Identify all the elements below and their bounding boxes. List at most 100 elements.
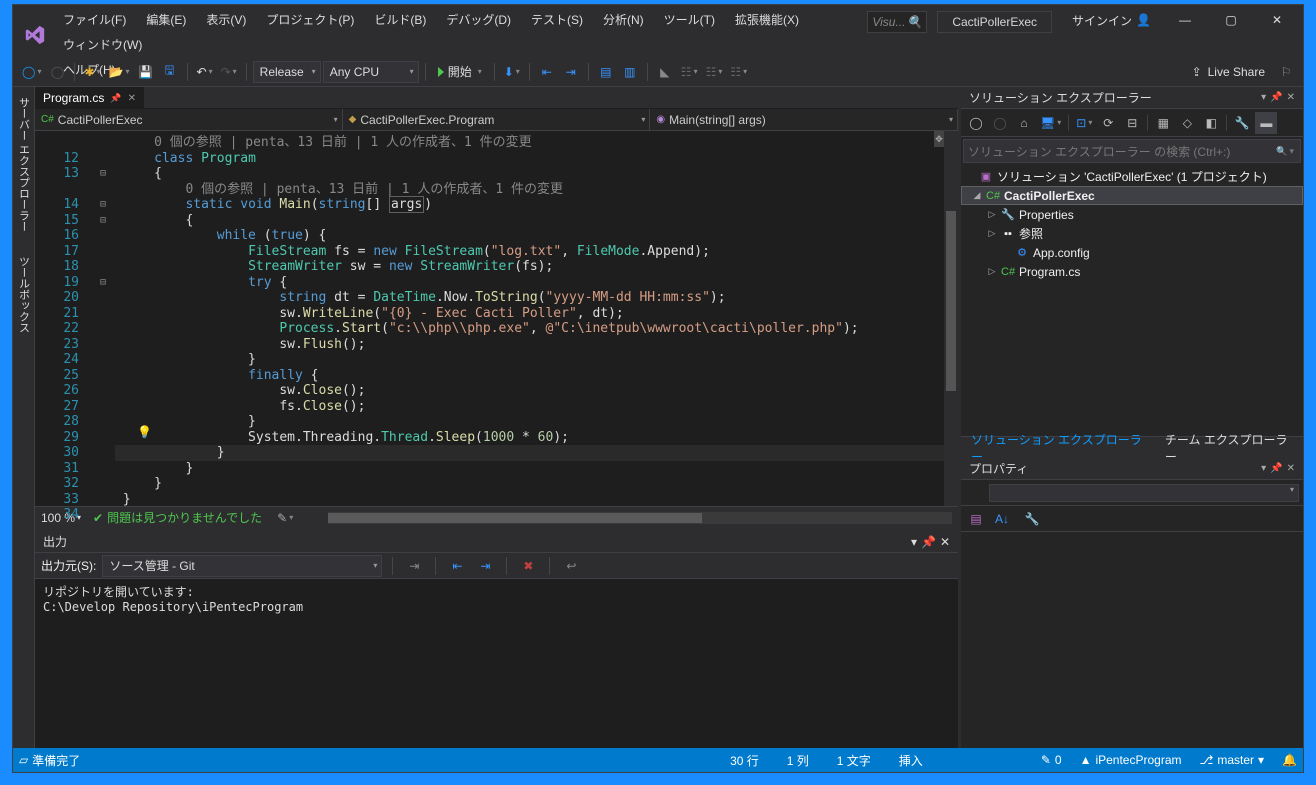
menu-file[interactable]: ファイル(F): [53, 7, 136, 32]
vertical-scrollbar[interactable]: [944, 131, 958, 506]
new-project-button[interactable]: ✱: [81, 61, 103, 83]
refresh-icon[interactable]: ⟳: [1097, 112, 1119, 134]
props-icon[interactable]: ◇: [1176, 112, 1198, 134]
maximize-button[interactable]: ▢: [1209, 6, 1253, 34]
properties-combo[interactable]: [989, 484, 1299, 502]
comment-button[interactable]: ▤: [595, 61, 617, 83]
scope-icon[interactable]: ⊡: [1073, 112, 1095, 134]
open-button[interactable]: 📂: [106, 61, 133, 83]
tb-btn-b[interactable]: ☷: [703, 61, 726, 83]
output-body[interactable]: リポジトリを開いています: C:\Develop Repository\iPen…: [35, 579, 958, 748]
close-button[interactable]: ✕: [1255, 6, 1299, 34]
solution-search[interactable]: ソリューション エクスプローラー の検索 (Ctrl+:): [963, 139, 1301, 163]
tree-appconfig[interactable]: ⚙App.config: [961, 243, 1303, 262]
pin-icon[interactable]: 📌: [1270, 463, 1282, 474]
prev-button[interactable]: ⇤: [446, 555, 468, 577]
search-input[interactable]: Visu...🔍: [867, 11, 927, 33]
notifications-icon[interactable]: 🔔: [1282, 753, 1297, 767]
tree-solution[interactable]: ▣ソリューション 'CactiPollerExec' (1 プロジェクト): [961, 167, 1303, 186]
status-changes[interactable]: ✎ 0: [1041, 753, 1062, 767]
fold-gutter[interactable]: ⊟⊟⊟⊟: [93, 131, 113, 506]
nav-project[interactable]: C#CactiPollerExec: [35, 109, 343, 130]
tab-solution-explorer[interactable]: ソリューション エクスプローラー: [961, 437, 1155, 458]
csproj-icon: C#: [986, 190, 1000, 202]
tree-project[interactable]: ◢C#CactiPollerExec: [961, 186, 1303, 205]
pin-icon[interactable]: 📌: [1270, 92, 1282, 103]
pin-icon[interactable]: 📌: [110, 93, 121, 104]
left-tab-toolbox[interactable]: ツールボックス: [16, 252, 32, 337]
tree-references[interactable]: ▷▪▪参照: [961, 224, 1303, 243]
left-tab-server[interactable]: サーバー エクスプローラー: [16, 93, 32, 236]
line-gutter: 1213141516171819202122232425262728293031…: [35, 131, 93, 506]
bookmark-button[interactable]: ◣: [654, 61, 676, 83]
liveshare-button[interactable]: ⇪Live Share: [1184, 65, 1273, 79]
view-mode-icon[interactable]: ▬: [1255, 112, 1277, 134]
tree-properties[interactable]: ▷🔧Properties: [961, 205, 1303, 224]
wrap-button[interactable]: ↩: [560, 555, 582, 577]
signin-button[interactable]: サインイン👤: [1062, 8, 1161, 33]
tb-btn-c[interactable]: ☷: [727, 61, 750, 83]
menu-test[interactable]: テスト(S): [521, 7, 593, 32]
alpha-icon[interactable]: A↓: [991, 508, 1013, 530]
tree-program-cs[interactable]: ▷C#Program.cs: [961, 262, 1303, 281]
tab-program-cs[interactable]: Program.cs 📌 ✕: [35, 87, 144, 108]
uncomment-button[interactable]: ▥: [619, 61, 641, 83]
wrench-icon[interactable]: 🔧: [1231, 112, 1253, 134]
clear-button[interactable]: ✖: [517, 555, 539, 577]
split-handle[interactable]: ✥: [934, 131, 944, 147]
menu-analyze[interactable]: 分析(N): [593, 7, 654, 32]
save-all-button[interactable]: 🖫: [159, 61, 181, 83]
indent-more-button[interactable]: ⇥: [560, 61, 582, 83]
platform-combo[interactable]: Any CPU: [323, 61, 419, 83]
view-icon[interactable]: 🖥: [1037, 112, 1064, 134]
step-button[interactable]: ⬇: [501, 61, 523, 83]
goto-button[interactable]: ⇥: [403, 555, 425, 577]
nav-back-button[interactable]: ◯: [19, 61, 44, 83]
nav-class[interactable]: ◆CactiPollerExec.Program: [343, 109, 651, 130]
tab-team-explorer[interactable]: チーム エクスプローラー: [1155, 437, 1303, 458]
menu-debug[interactable]: デバッグ(D): [436, 7, 521, 32]
categorized-icon[interactable]: ▤: [965, 508, 987, 530]
menu-tools[interactable]: ツール(T): [654, 7, 725, 32]
next-button[interactable]: ⇥: [474, 555, 496, 577]
menu-extensions[interactable]: 拡張機能(X): [725, 7, 809, 32]
issues-status[interactable]: ✔問題は見つかりませんでした: [93, 509, 262, 526]
home-icon[interactable]: ⌂: [1013, 112, 1035, 134]
dropdown-icon[interactable]: ▾: [1261, 463, 1266, 474]
fwd-icon[interactable]: ◯: [989, 112, 1011, 134]
menu-project[interactable]: プロジェクト(P): [256, 7, 364, 32]
minimize-button[interactable]: —: [1163, 6, 1207, 34]
menu-build[interactable]: ビルド(B): [364, 7, 436, 32]
dropdown-icon[interactable]: ▾: [1261, 92, 1266, 103]
close-icon[interactable]: ✕: [940, 535, 950, 549]
redo-button[interactable]: ↷: [218, 61, 240, 83]
status-branch[interactable]: ⎇ master ▾: [1200, 753, 1265, 767]
preview-icon[interactable]: ◧: [1200, 112, 1222, 134]
horizontal-scrollbar[interactable]: [328, 512, 952, 524]
tb-btn-a[interactable]: ☷: [678, 61, 701, 83]
menu-window[interactable]: ウィンドウ(W): [53, 32, 152, 57]
brush-button[interactable]: ✎: [274, 507, 296, 529]
feedback-button[interactable]: ⚐: [1275, 61, 1297, 83]
dropdown-icon[interactable]: ▾: [911, 535, 917, 549]
menu-view[interactable]: 表示(V): [196, 7, 256, 32]
status-repo[interactable]: ▲ iPentecProgram: [1080, 753, 1182, 767]
save-button[interactable]: 💾: [135, 61, 157, 83]
code-editor[interactable]: 1213141516171819202122232425262728293031…: [35, 131, 958, 506]
close-icon[interactable]: ✕: [1287, 92, 1295, 103]
start-button[interactable]: 開始: [432, 61, 488, 83]
collapse-icon[interactable]: ⊟: [1121, 112, 1143, 134]
close-icon[interactable]: ✕: [1287, 463, 1295, 474]
back-icon[interactable]: ◯: [965, 112, 987, 134]
props-wrench-icon[interactable]: 🔧: [1021, 508, 1043, 530]
config-combo[interactable]: Release: [253, 61, 321, 83]
nav-method[interactable]: ◉Main(string[] args): [650, 109, 958, 130]
showall-icon[interactable]: ▦: [1152, 112, 1174, 134]
undo-button[interactable]: ↶: [194, 61, 216, 83]
nav-fwd-button[interactable]: ◯: [46, 61, 68, 83]
tab-close-icon[interactable]: ✕: [128, 93, 136, 104]
indent-less-button[interactable]: ⇤: [536, 61, 558, 83]
output-source-combo[interactable]: ソース管理 - Git: [102, 555, 382, 577]
menu-edit[interactable]: 編集(E): [136, 7, 196, 32]
pin-icon[interactable]: 📌: [921, 535, 936, 549]
